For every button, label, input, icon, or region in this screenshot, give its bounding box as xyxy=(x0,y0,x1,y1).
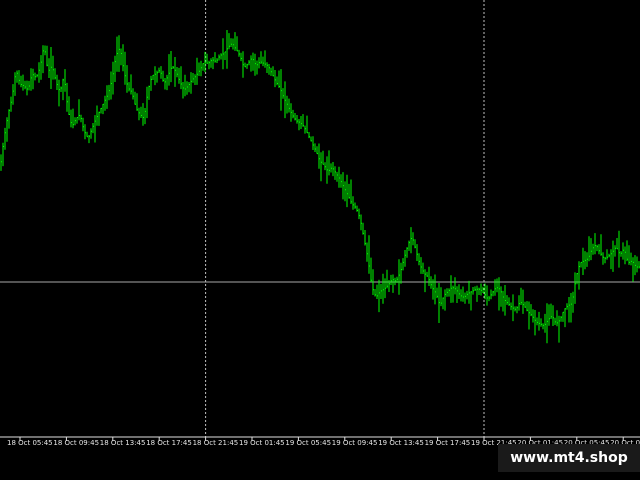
x-tick-label: 18 Oct 17:45 xyxy=(146,439,192,447)
site-watermark: www.mt4.shop xyxy=(498,444,640,472)
x-tick-label: 18 Oct 05:45 xyxy=(7,439,53,447)
price-bars xyxy=(0,0,640,441)
x-tick-label: 19 Oct 09:45 xyxy=(331,439,378,447)
price-chart[interactable]: 18 Oct 05:45 18 Oct 09:45 18 Oct 13:45 18 O… xyxy=(0,0,640,452)
x-tick-label: 19 Oct 17:45 xyxy=(424,439,471,447)
x-tick-label: 19 Oct 13:45 xyxy=(378,439,424,447)
x-tick-label: 19 Oct 01:45 xyxy=(239,439,285,447)
x-tick-label: 18 Oct 13:45 xyxy=(99,439,146,447)
x-tick-label: 18 Oct 21:45 xyxy=(192,439,239,447)
x-tick-label: 19 Oct 05:45 xyxy=(285,439,332,447)
x-tick-label: 18 Oct 09:45 xyxy=(53,439,100,447)
